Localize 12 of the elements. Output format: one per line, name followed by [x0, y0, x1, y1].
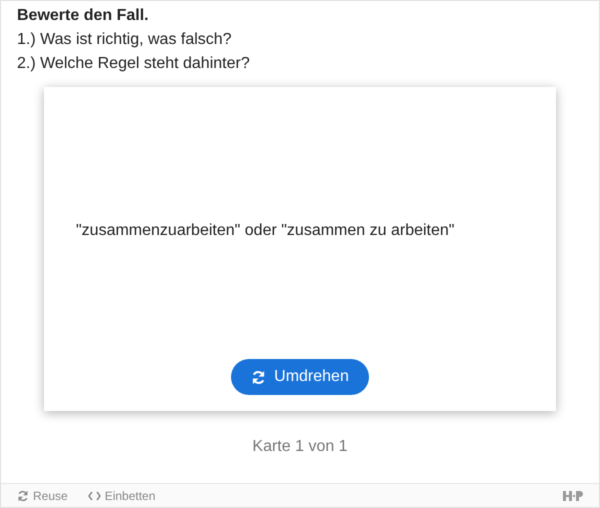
progress-text: Karte 1 von 1 — [252, 437, 348, 457]
logo-icon[interactable] — [563, 490, 583, 500]
refresh-icon — [251, 370, 266, 384]
card-text: "zusammenzuarbeiten" oder "zusammen zu arbeiten" — [76, 221, 454, 241]
task-line: 1.) Was ist richtig, was falsch? — [17, 30, 233, 50]
reuse-link[interactable]: Reuse — [17, 486, 68, 504]
flip-button[interactable]: Umdrehen — [231, 359, 369, 395]
task-line: 2.) Welche Regel steht dahinter? — [17, 54, 251, 74]
task-title: Bewerte den Fall. — [17, 6, 150, 26]
code-icon — [88, 490, 101, 500]
embed-link[interactable]: Einbetten — [88, 486, 156, 504]
refresh-icon — [17, 490, 29, 502]
